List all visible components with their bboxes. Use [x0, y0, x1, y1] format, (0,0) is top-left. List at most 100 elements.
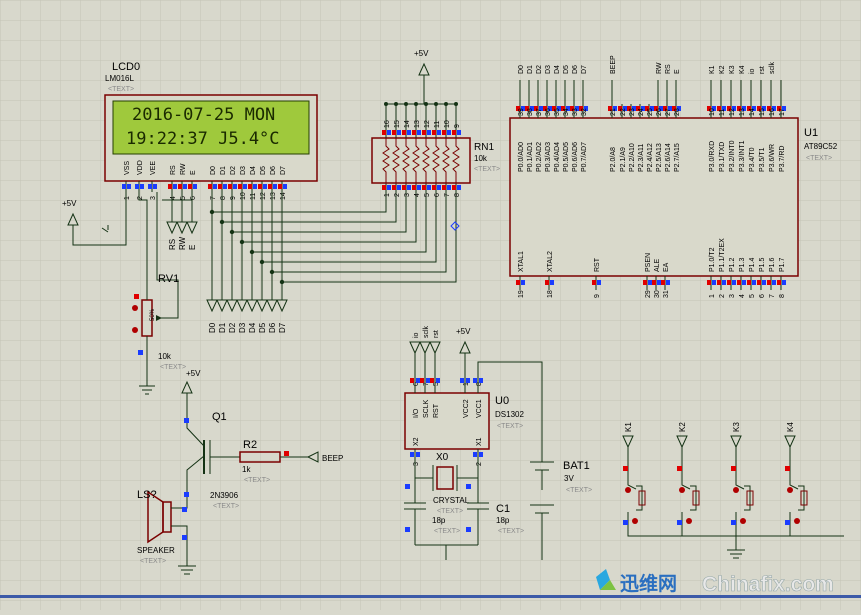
u0-pin-number: 3 — [413, 462, 420, 466]
u1-pin-number: 36 — [545, 108, 552, 116]
lcd-pin-marker — [153, 184, 157, 189]
lcd-line-1: 2016-07-25 MON — [132, 105, 275, 125]
rn1-pin-number: 6 — [434, 193, 441, 197]
rn1-pin-number: 1 — [384, 193, 391, 197]
u0-pin-name: X1 — [476, 437, 483, 446]
u0-pin-name: VCC1 — [476, 399, 483, 418]
u1-pin-marker — [550, 280, 554, 285]
rn1-pin-marker — [437, 185, 441, 190]
u1-pin-name: P3.2/INT0 — [729, 140, 736, 172]
u1-pin-marker — [757, 280, 761, 285]
u1-pin-name: P2.3/A11 — [638, 144, 645, 172]
u1-pin-number: 24 — [638, 108, 645, 116]
u1-pin-name: P3.1/TXD — [719, 142, 726, 172]
u0-pin-marker — [479, 378, 483, 383]
c1-pin-marker — [466, 484, 471, 489]
data-net-label: D5 — [258, 322, 267, 333]
speaker-pin-marker — [182, 507, 187, 512]
rv1-ref: RV1 — [158, 273, 179, 285]
junction-dot — [239, 239, 245, 245]
schematic-canvas[interactable]: 2016-07-25 MON 19:22:37 J5.4°C LCD0 LM01… — [0, 0, 861, 610]
lcd-pin-number: 5 — [180, 196, 187, 200]
rn1-pin-number: 12 — [424, 120, 431, 128]
u1-pin-name: RST — [594, 257, 601, 272]
u1-net-label: D7 — [581, 65, 588, 74]
key-contact-dot — [740, 518, 746, 524]
u1-pin-number: 38 — [527, 108, 534, 116]
u1-pin-number: 12 — [729, 108, 736, 116]
lcd-pin-number: 6 — [190, 196, 197, 200]
u1-pin-name: P0.3/AD3 — [545, 142, 552, 172]
u0-text-tag: <TEXT> — [497, 423, 523, 430]
lcd-pin-marker — [122, 184, 126, 189]
u1-pin-marker — [772, 280, 776, 285]
rn1-pin-number: 15 — [394, 120, 401, 128]
lcd-pin-marker — [188, 184, 192, 189]
junction-dot — [229, 229, 235, 235]
rn1-pin-marker — [442, 130, 446, 135]
u1-pin-number: 28 — [674, 108, 681, 116]
lcd-pin-marker — [273, 184, 277, 189]
u1-pin-number: 18 — [547, 290, 554, 298]
rn1-pin-marker — [442, 185, 446, 190]
rn1-pin-marker — [412, 185, 416, 190]
u1-pin-name: P2.7/A15 — [674, 143, 681, 172]
rn1-pin-marker — [422, 185, 426, 190]
speaker-part: SPEAKER — [137, 546, 175, 555]
lcd-pin-marker — [218, 184, 222, 189]
u1-pin-name: P2.5/A13 — [656, 143, 663, 172]
u1-pin-number: 16 — [769, 108, 776, 116]
lcd-pin-number: 10 — [240, 192, 247, 200]
u1-pin-name: P1.4 — [749, 257, 756, 272]
lcd-pin-marker — [135, 184, 139, 189]
u1-pin-marker — [597, 280, 601, 285]
lcd-pin-marker — [233, 184, 237, 189]
schematic-svg[interactable]: 2016-07-25 MON 19:22:37 J5.4°C LCD0 LM01… — [0, 0, 861, 610]
lcd-pin-number: 14 — [280, 192, 287, 200]
rn1-pin-number: 4 — [414, 193, 421, 197]
u1-pin-number: 27 — [665, 108, 672, 116]
u1-pin-number: 4 — [739, 294, 746, 298]
u1-pin-name: P2.6/A14 — [665, 143, 672, 172]
key-pin-marker — [785, 466, 790, 471]
u1-pin-name: P0.5/AD5 — [563, 142, 570, 172]
u0-part: DS1302 — [495, 410, 524, 419]
watermark: 迅维网 Chinafix.com — [596, 569, 834, 596]
u1-pin-number: 10 — [709, 108, 716, 116]
rn1-pin-marker — [392, 185, 396, 190]
u0-pin-marker — [410, 452, 414, 457]
u0-power-label: +5V — [456, 327, 471, 336]
lcd-pin-name: VEE — [150, 161, 157, 175]
u1-pin-marker — [657, 280, 661, 285]
u1-net-label: E — [674, 69, 681, 74]
u1-text-tag: <TEXT> — [806, 155, 832, 162]
u1-pin-name: P3.0/RXD — [709, 141, 716, 172]
u1-pin-name: P1.3 — [739, 257, 746, 272]
lcd-pin-name: D6 — [270, 166, 277, 175]
speaker-ref: LS? — [137, 489, 157, 501]
key-contact-dot — [733, 487, 739, 493]
x0-text-tag: <TEXT> — [437, 508, 463, 515]
ctrl-net-label: RS — [168, 239, 177, 250]
rn1-pin-number: 5 — [424, 193, 431, 197]
u1-pin-name: P3.5/T1 — [759, 147, 766, 172]
key-contact-dot — [794, 518, 800, 524]
bat1-text-tag: <TEXT> — [566, 487, 592, 494]
u1-net-label: D6 — [572, 65, 579, 74]
lcd-pin-marker — [223, 184, 227, 189]
lcd-pin-marker — [140, 184, 144, 189]
rn1-pin-number: 13 — [414, 120, 421, 128]
rn1-pin-number: 2 — [394, 193, 401, 197]
lcd-pin-marker — [278, 184, 282, 189]
rn1-pin-number: 16 — [384, 120, 391, 128]
u1-pin-marker — [592, 280, 596, 285]
rn1-pin-marker — [412, 130, 416, 135]
u1-pin-marker — [648, 280, 652, 285]
u0-ref: U0 — [495, 395, 509, 407]
u1-net-label: rst — [759, 66, 766, 74]
u1-pin-marker — [545, 280, 549, 285]
u1-pin-number: 32 — [581, 108, 588, 116]
u1-pin-marker — [722, 280, 726, 285]
u1-part: AT89C52 — [804, 142, 838, 151]
u1-net-label: D4 — [554, 65, 561, 74]
